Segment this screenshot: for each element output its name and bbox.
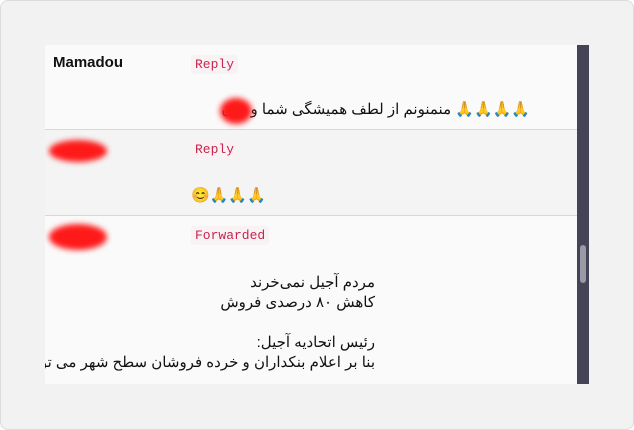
message-row: Mamadou Reply 🙏🙏🙏🙏 منمنونم از لطف همیشگی… (45, 45, 577, 130)
redacted-name (220, 98, 252, 124)
forwarded-tag: Forwarded (191, 226, 270, 245)
message-text: مردم آجیل نمی‌خرند کاهش ۸۰ درصدی فروش رئ… (45, 274, 375, 371)
message-row: Reply 😊🙏🙏🙏 (45, 130, 577, 216)
reply-tag: Reply (191, 55, 239, 74)
message-text: 😊🙏🙏🙏 (191, 187, 266, 204)
reply-tag: Reply (191, 140, 239, 159)
message-list[interactable]: Mamadou Reply 🙏🙏🙏🙏 منمنونم از لطف همیشگی… (45, 45, 589, 384)
message-row: Forwarded مردم آجیل نمی‌خرند کاهش ۸۰ درص… (45, 216, 577, 384)
sender-name: Mamadou (53, 54, 124, 71)
redacted-sender (49, 140, 107, 162)
scrollbar-thumb[interactable] (580, 245, 586, 283)
message-text: 🙏🙏🙏🙏 منمنونم از لطف همیشگی شما و جان (221, 101, 530, 118)
redacted-sender (49, 224, 107, 250)
scrollbar[interactable] (577, 45, 589, 384)
